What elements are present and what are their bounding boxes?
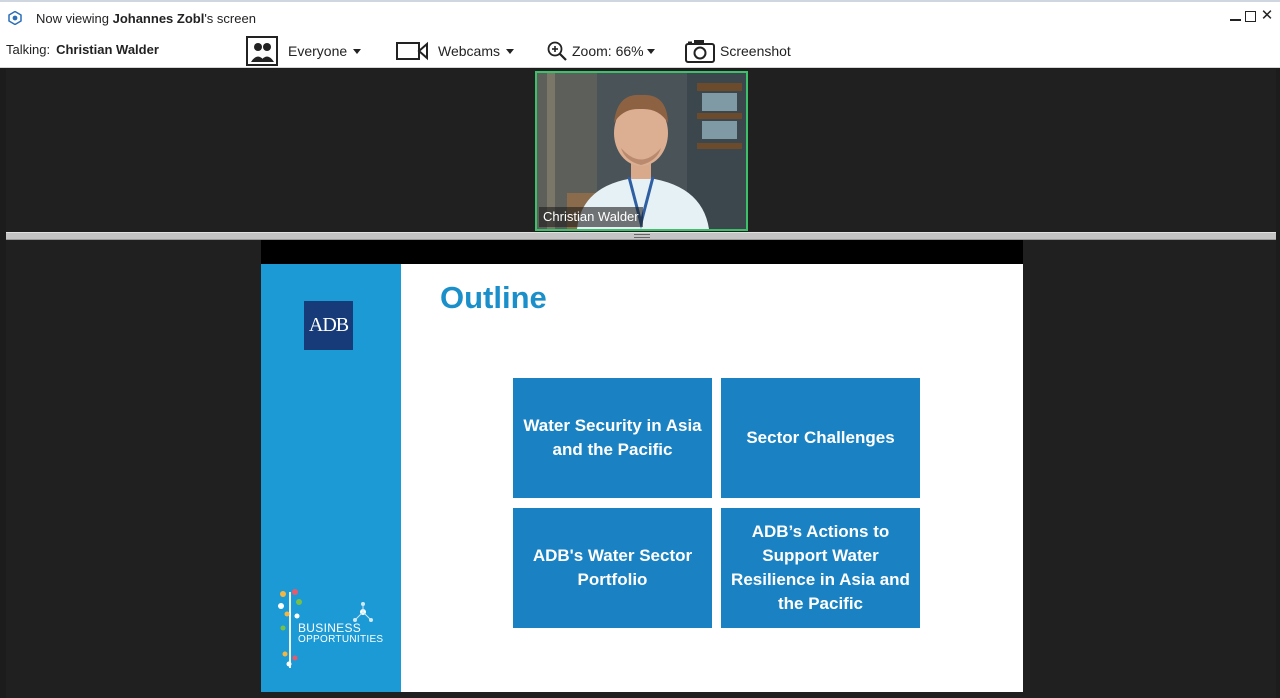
zoom-dropdown[interactable]: Zoom: 66% — [547, 37, 655, 65]
chevron-down-icon — [646, 48, 655, 54]
window-controls: ✕ — [1230, 8, 1274, 24]
screenshot-label: Screenshot — [720, 43, 791, 59]
brand-line-1: BUSINESS — [298, 621, 362, 635]
camera-icon — [685, 40, 715, 63]
brand-line-2: OPPORTUNITIES — [298, 634, 384, 645]
audience-label: Everyone — [288, 43, 348, 59]
outline-box-water-security: Water Security in Asia and the Pacific — [513, 378, 712, 498]
chevron-down-icon — [505, 48, 514, 54]
business-opportunities-logo: BUSINESS OPPORTUNITIES — [273, 584, 393, 674]
participant-video-frame — [537, 73, 746, 229]
window-title-bar: Now viewing Johannes Zobl's screen ✕ — [0, 0, 1280, 34]
minimize-button[interactable] — [1230, 10, 1241, 21]
outline-box-water-portfolio: ADB's Water Sector Portfolio — [513, 508, 712, 628]
slide-canvas: ADB BUSINESS OPPORTUNITIES Outline Water… — [261, 264, 1023, 692]
app-logo-icon — [8, 11, 22, 25]
maximize-button[interactable] — [1245, 11, 1256, 22]
window-title: Now viewing Johannes Zobl's screen — [36, 11, 256, 26]
talking-indicator: Talking: Christian Walder — [6, 42, 159, 57]
meeting-toolbar: Talking: Christian Walder Everyone Webcam… — [0, 34, 1280, 68]
outline-box-sector-challenges: Sector Challenges — [721, 378, 920, 498]
webcams-label: Webcams — [438, 43, 500, 59]
chevron-down-icon — [353, 48, 362, 54]
talking-name: Christian Walder — [56, 42, 159, 57]
close-button[interactable]: ✕ — [1260, 8, 1274, 24]
shared-slide: ADB BUSINESS OPPORTUNITIES Outline Water… — [261, 240, 1023, 692]
audience-dropdown[interactable]: Everyone — [246, 36, 362, 66]
video-camera-icon — [396, 41, 428, 61]
webcam-tile[interactable]: Christian Walder — [535, 71, 748, 231]
adb-logo: ADB — [304, 301, 353, 350]
participant-name-label: Christian Walder — [539, 207, 643, 227]
zoom-in-icon — [547, 41, 567, 61]
outline-box-adb-actions: ADB’s Actions to Support Water Resilienc… — [721, 508, 920, 628]
webcams-dropdown[interactable]: Webcams — [396, 37, 514, 65]
zoom-label: Zoom: 66% — [572, 43, 644, 59]
resize-grip-icon[interactable] — [634, 234, 650, 238]
presenter-name: Johannes Zobl — [112, 11, 205, 26]
talking-label: Talking: — [6, 42, 51, 57]
slide-title: Outline — [440, 280, 547, 315]
slide-sidebar: ADB BUSINESS OPPORTUNITIES — [261, 264, 401, 692]
screenshot-button[interactable]: Screenshot — [685, 37, 791, 65]
people-icon — [246, 36, 278, 66]
